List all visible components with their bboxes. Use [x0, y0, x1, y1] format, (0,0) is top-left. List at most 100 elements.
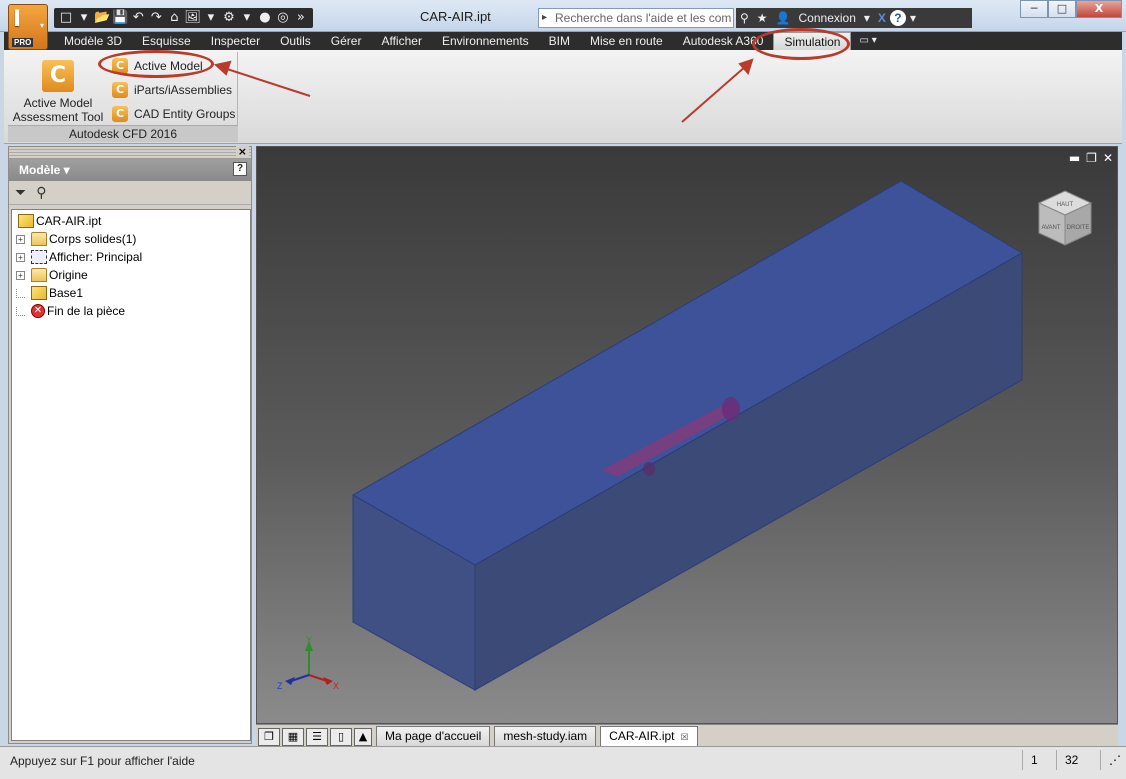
button-label: Active Model Assessment Tool — [12, 96, 104, 124]
appearance-icon[interactable]: ● — [257, 10, 273, 26]
document-tab-label: CAR-AIR.ipt — [609, 729, 675, 743]
tree-node-label: Corps solides(1) — [49, 232, 137, 246]
browser-header[interactable]: Modèle ▾ ? — [9, 159, 251, 181]
image-icon[interactable]: 🖼 — [184, 10, 201, 26]
tile-windows-icon[interactable]: ▦ — [282, 728, 304, 746]
infocenter-toolbar: ⚲ ★ 👤 Connexion ▾ X ? ▾ — [736, 8, 972, 28]
expand-icon[interactable]: + — [16, 234, 25, 244]
tree-node[interactable]: ✕ Fin de la pièce — [12, 302, 250, 320]
axis-x-label: X — [333, 681, 339, 691]
tab-autodesk-a360[interactable]: Autodesk A360 — [673, 32, 774, 50]
tile-horizontal-icon[interactable]: ☰ — [306, 728, 328, 746]
document-tab[interactable]: mesh-study.iam — [494, 726, 597, 746]
tree-node[interactable]: + Origine — [12, 266, 250, 284]
tree-node-label: Base1 — [49, 286, 84, 300]
quick-access-toolbar: □ ▾ 📂 💾 ↶ ↷ ⌂ 🖼 ▾ ⚙ ▾ ● ◎» — [54, 8, 313, 28]
tab-inspecter[interactable]: Inspecter — [201, 32, 270, 50]
user-icon: 👤 — [775, 11, 791, 25]
browser-tree: CAR-AIR.ipt + Corps solides(1) + Afficher: P… — [11, 209, 251, 741]
close-tab-icon[interactable]: ☒ — [681, 732, 689, 742]
viewcube-right-label: DROITE — [1067, 225, 1090, 231]
end-of-part-icon: ✕ — [31, 304, 45, 318]
tree-node-label: Afficher: Principal — [49, 250, 143, 264]
folder-icon — [31, 268, 47, 282]
tile-vertical-icon[interactable]: ▯ — [330, 728, 352, 746]
find-binoculars-icon[interactable]: ⚲ — [36, 185, 46, 201]
material-icon[interactable]: ◎ — [275, 10, 291, 26]
tab-environnements[interactable]: Environnements — [432, 32, 539, 50]
ribbon-options-icon[interactable]: ▭ ▾ — [851, 32, 884, 50]
save-icon[interactable]: 💾 — [112, 10, 128, 26]
document-tab[interactable]: CAR-AIR.ipt ☒ — [600, 726, 698, 746]
axis-z-label: Z — [277, 681, 283, 691]
axis-y-label: Y — [306, 635, 312, 645]
viewcube-front-label: AVANT — [1041, 225, 1060, 231]
status-count-a: 1 — [1022, 750, 1056, 770]
tree-node[interactable]: Base1 — [12, 284, 250, 302]
document-tab-label: Ma page d'accueil — [385, 729, 482, 743]
tab-g-rer[interactable]: Gérer — [321, 32, 372, 50]
tree-node[interactable]: + Afficher: Principal — [12, 248, 250, 266]
home-icon[interactable]: ⌂ — [166, 10, 182, 26]
title-bar: □▾📂💾↶↷⌂🖼▾⚙▾●◎» CAR-AIR.ipt Recherche dan… — [0, 0, 1126, 32]
satellite-icon[interactable]: ⚲ — [736, 11, 753, 25]
axis-triad-icon: Y X Z — [277, 635, 339, 691]
active-model-assessment-tool-button[interactable]: C Active Model Assessment Tool — [10, 56, 106, 126]
close-button[interactable]: X — [1076, 0, 1122, 18]
expand-icon[interactable]: + — [16, 252, 25, 262]
tab-mise-en-route[interactable]: Mise en route — [580, 32, 673, 50]
cfd-panel: C Active Model Assessment Tool C Active … — [8, 52, 238, 142]
tree-node[interactable]: + Corps solides(1) — [12, 230, 250, 248]
tab-outils[interactable]: Outils — [270, 32, 321, 50]
resize-grip-icon[interactable]: ⋰ — [1100, 750, 1122, 770]
cfd-c-icon: C — [112, 82, 128, 98]
tree-node[interactable]: CAR-AIR.ipt — [12, 212, 250, 230]
sign-in-button[interactable]: Connexion — [795, 11, 860, 25]
tab-mod-le-3d[interactable]: Modèle 3D — [54, 32, 132, 50]
viewcube-icon[interactable]: HAUT AVANT DROITE — [1033, 187, 1097, 251]
tab-esquisse[interactable]: Esquisse — [132, 32, 201, 50]
help-dropdown-icon[interactable]: ▾ — [906, 11, 920, 25]
active-model-button[interactable]: C Active Model — [112, 56, 203, 76]
open-icon[interactable]: 📂 — [94, 10, 110, 26]
minimize-button[interactable]: ─ — [1020, 0, 1048, 18]
cascade-windows-icon[interactable]: ❐ — [258, 728, 280, 746]
status-count-b: 32 — [1056, 750, 1100, 770]
browser-title[interactable]: Modèle ▾ — [19, 163, 70, 177]
help-search-input[interactable]: Recherche dans l'aide et les com — [538, 8, 734, 28]
tab-list-icon[interactable]: ▲ — [354, 728, 372, 746]
panel-grip[interactable]: × — [9, 145, 251, 159]
overflow-icon[interactable]: » — [293, 10, 309, 26]
star-icon[interactable]: ★ — [753, 11, 772, 25]
cfd-c-icon: C — [42, 60, 74, 92]
document-tab[interactable]: Ma page d'accueil — [376, 726, 491, 746]
expand-icon[interactable]: + — [16, 270, 25, 280]
help-icon[interactable]: ? — [889, 10, 906, 26]
undo-icon[interactable]: ↶ — [130, 10, 146, 26]
tree-node-label: Fin de la pièce — [47, 304, 126, 318]
iparts-iassemblies-button[interactable]: C iParts/iAssemblies — [112, 80, 232, 100]
model-browser: × Modèle ▾ ? ⏷ ⚲ CAR-AIR.ipt + Corps solid… — [8, 145, 252, 744]
settings-icon[interactable]: ⚙ — [221, 10, 237, 26]
new-dropdown-icon[interactable]: ▾ — [76, 10, 92, 26]
tab-afficher[interactable]: Afficher — [371, 32, 431, 50]
restore-button[interactable]: □ — [1048, 0, 1076, 18]
chevron-down-icon[interactable]: ▾ — [860, 11, 874, 25]
close-icon[interactable]: × — [235, 145, 249, 158]
new-icon[interactable]: □ — [58, 10, 74, 26]
model-canvas — [351, 180, 1023, 691]
image-dropdown-icon[interactable]: ▾ — [203, 10, 219, 26]
panel-title: Autodesk CFD 2016 — [8, 125, 238, 142]
exchange-icon[interactable]: X — [874, 11, 890, 25]
application-menu-button[interactable]: I ▾ PRO — [8, 4, 48, 50]
help-icon[interactable]: ? — [233, 162, 247, 176]
graphics-viewport[interactable]: ▬ ❐ ✕ HAUT AVANT DROITE Y X Z — [256, 146, 1118, 724]
tab-bim[interactable]: BIM — [539, 32, 580, 50]
tab-simulation[interactable]: Simulation — [773, 32, 852, 50]
cad-entity-groups-button[interactable]: C CAD Entity Groups — [112, 104, 235, 124]
filter-icon[interactable]: ⏷ — [15, 185, 26, 201]
status-bar: Appuyez sur F1 pour afficher l'aide 1 32… — [0, 746, 1126, 779]
browser-toolbar: ⏷ ⚲ — [9, 181, 251, 205]
settings-dropdown-icon[interactable]: ▾ — [239, 10, 255, 26]
redo-icon[interactable]: ↷ — [148, 10, 164, 26]
